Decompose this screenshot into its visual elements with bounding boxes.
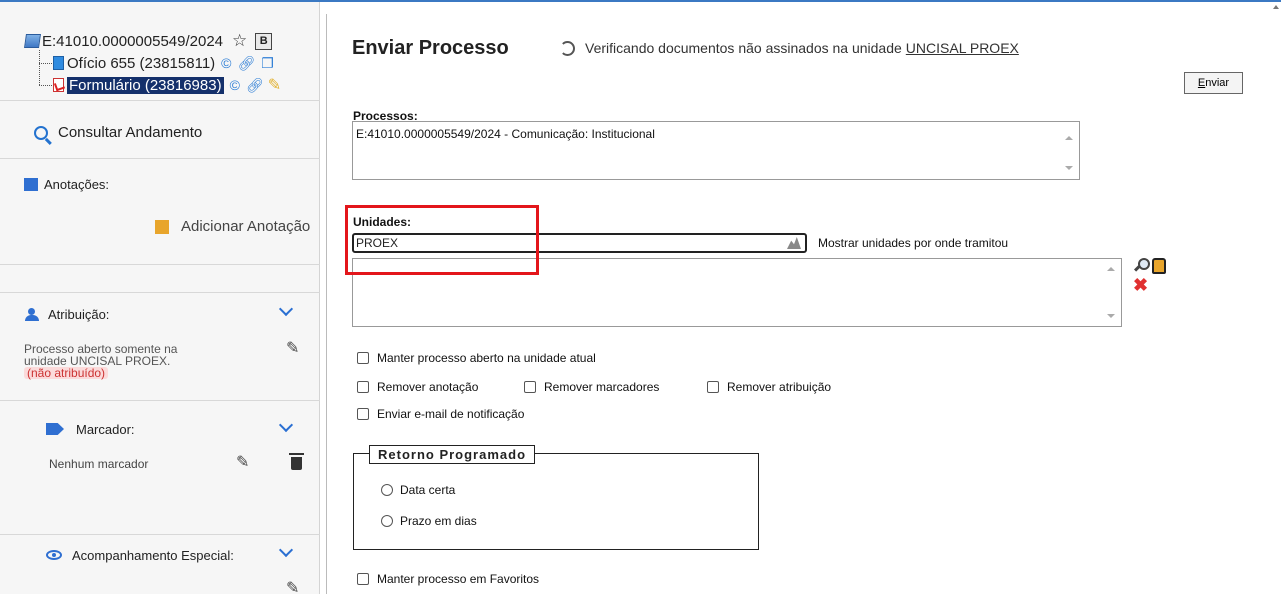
checkbox[interactable] [357, 352, 369, 364]
link-icon[interactable]: 🔗︎ [237, 55, 255, 72]
retorno-programado-fieldset: Retorno Programado Data certa Prazo em d… [353, 445, 759, 550]
link-icon[interactable]: 🔗︎ [246, 77, 264, 94]
scroll-up-arrow[interactable] [1065, 136, 1073, 140]
remover-atribuicao-checkbox[interactable]: Remover atribuição [707, 380, 831, 394]
divider [0, 264, 320, 265]
pdf-icon [53, 78, 64, 92]
nao-atribuido-badge: (não atribuído) [24, 367, 109, 379]
eye-icon [46, 550, 62, 560]
chevron-down-icon[interactable] [278, 301, 294, 317]
remove-icon[interactable]: ✖ [1133, 276, 1148, 294]
lookup-icon[interactable] [787, 237, 801, 249]
divider [0, 534, 320, 535]
remover-marcadores-checkbox[interactable]: Remover marcadores [524, 380, 659, 394]
edit-icon[interactable]: ✎ [286, 338, 299, 358]
tree-connector [39, 50, 40, 85]
process-number[interactable]: E:41010.0000005549/2024 [42, 33, 223, 50]
consultar-andamento-link[interactable]: Consultar Andamento [34, 124, 202, 141]
copyright-icon[interactable]: © [230, 77, 240, 93]
divider [0, 400, 320, 401]
unidade-link[interactable]: UNCISAL PROEX [906, 40, 1019, 56]
chevron-down-icon[interactable] [278, 417, 294, 433]
tag-icon [46, 423, 64, 435]
organization-icon[interactable] [1152, 258, 1166, 274]
star-icon[interactable]: ☆ [232, 31, 247, 51]
doc-oficio-label[interactable]: Ofício 655 (23815811) [67, 55, 215, 72]
scroll-down-arrow[interactable] [1065, 166, 1073, 170]
checkbox[interactable] [707, 381, 719, 393]
scroll-down-arrow[interactable] [1107, 314, 1115, 318]
processos-list[interactable]: E:41010.0000005549/2024 - Comunicação: I… [352, 121, 1080, 180]
scroll-up-arrow[interactable] [1107, 267, 1115, 271]
adicionar-anotacao-link[interactable]: Adicionar Anotação [155, 218, 310, 235]
nenhum-marcador-text: Nenhum marcador [49, 457, 149, 471]
manter-aberto-checkbox[interactable]: Manter processo aberto na unidade atual [357, 351, 596, 365]
tree-root-process[interactable]: E:41010.0000005549/2024 ☆ B [24, 31, 273, 51]
left-panel: E:41010.0000005549/2024 ☆ B Ofício 655 (… [0, 2, 320, 594]
enviar-email-checkbox[interactable]: Enviar e-mail de notificação [357, 407, 524, 421]
enviar-button[interactable]: Enviar [1184, 72, 1243, 94]
checkbox[interactable] [524, 381, 536, 393]
marcador-header: Marcador: [46, 422, 135, 437]
divider [0, 100, 320, 101]
atribuicao-text: Processo aberto somente na unidade UNCIS… [24, 342, 178, 380]
main-content: Enviar Processo Verificando documentos n… [345, 0, 1281, 594]
verificando-status: Verificando documentos não assinados na … [560, 40, 1019, 56]
bloco-badge[interactable]: B [255, 32, 273, 50]
checkbox[interactable] [357, 381, 369, 393]
atribuicao-header: Atribuição: [24, 307, 109, 322]
chevron-down-icon[interactable] [278, 542, 294, 558]
manter-favoritos-checkbox[interactable]: Manter processo em Favoritos [357, 572, 539, 586]
users-icon [24, 308, 40, 321]
sync-icon [560, 40, 575, 56]
tree-doc-oficio[interactable]: Ofício 655 (23815811) © 🔗︎ ❐ [53, 54, 274, 72]
edit-icon[interactable]: ✎ [236, 452, 249, 472]
anotacoes-header: Anotações: [24, 177, 109, 192]
divider [0, 292, 320, 293]
prazo-dias-radio[interactable]: Prazo em dias [381, 514, 477, 528]
document-icon [53, 56, 64, 70]
add-note-icon [155, 219, 169, 234]
copyright-icon[interactable]: © [221, 55, 231, 71]
retorno-programado-legend: Retorno Programado [369, 445, 536, 464]
highlight-box [345, 205, 539, 275]
tree-connector [39, 63, 52, 64]
checkbox[interactable] [357, 573, 369, 585]
checkbox[interactable] [357, 408, 369, 420]
page-title: Enviar Processo [352, 37, 509, 59]
tree-connector [39, 85, 52, 86]
search-icon [34, 125, 48, 140]
doc-formulario-label[interactable]: Formulário (23816983) [67, 76, 224, 94]
panel-splitter[interactable] [326, 14, 327, 594]
radio[interactable] [381, 484, 393, 496]
consultar-label[interactable]: Consultar Andamento [58, 124, 202, 141]
edit-icon[interactable]: ✎ [286, 578, 299, 594]
divider [0, 158, 320, 159]
acompanhamento-header: Acompanhamento Especial: [46, 548, 234, 563]
tree-doc-formulario[interactable]: Formulário (23816983) © 🔗︎ ✎ [53, 76, 281, 94]
copy-icon[interactable]: ❐ [261, 55, 274, 72]
processos-item[interactable]: E:41010.0000005549/2024 - Comunicação: I… [356, 127, 655, 141]
search-unit-icon[interactable] [1134, 258, 1150, 272]
radio[interactable] [381, 515, 393, 527]
data-certa-radio[interactable]: Data certa [381, 483, 455, 497]
note-icon [24, 178, 38, 191]
pencil-icon[interactable]: ✎ [268, 75, 281, 95]
trash-icon[interactable] [289, 453, 304, 470]
mostrar-unidades-link[interactable]: Mostrar unidades por onde tramitou [818, 236, 1008, 250]
remover-anotacao-checkbox[interactable]: Remover anotação [357, 380, 478, 394]
process-icon [24, 34, 41, 48]
